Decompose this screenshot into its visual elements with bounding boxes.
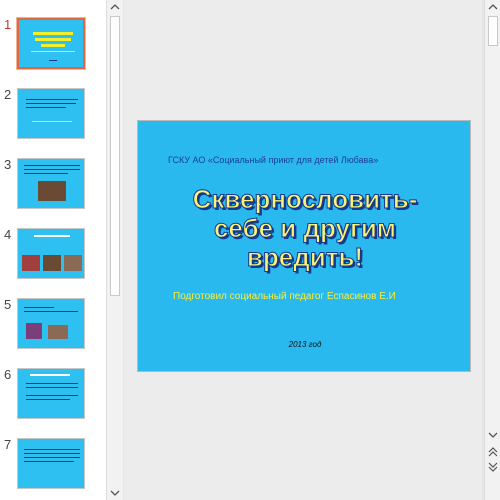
slide-number: 5 bbox=[4, 297, 12, 312]
thumb-text-line bbox=[24, 449, 80, 450]
thumb-photo bbox=[43, 255, 61, 271]
thumb-text-line bbox=[26, 103, 76, 104]
slide-author-text[interactable]: Подготовил социальный педагог Еспасинов … bbox=[173, 291, 396, 302]
thumbnail-scrollbar-thumb[interactable] bbox=[110, 16, 120, 296]
thumb-text-line bbox=[26, 107, 66, 108]
slide-number: 6 bbox=[4, 367, 12, 382]
scroll-up-arrow-icon[interactable] bbox=[488, 2, 498, 12]
thumb-title-line bbox=[35, 38, 71, 41]
slide-thumbnail-2[interactable] bbox=[17, 88, 85, 139]
thumb-text-line bbox=[49, 60, 57, 61]
slide-year-text[interactable]: 2013 год bbox=[138, 340, 472, 349]
slide-editor-area: ГСКУ АО «Социальный приют для детей Люба… bbox=[124, 0, 482, 500]
thumb-text-line bbox=[24, 173, 68, 174]
thumb-text-line bbox=[26, 399, 70, 400]
thumb-photo bbox=[48, 325, 68, 339]
slide-number: 2 bbox=[4, 87, 12, 102]
slide-title[interactable]: Сквернословить- себе и другим вредить! bbox=[138, 184, 472, 272]
thumb-heading-line bbox=[30, 374, 70, 376]
slide-thumbnail-7[interactable] bbox=[17, 438, 85, 489]
thumb-title-line bbox=[33, 32, 73, 35]
previous-slide-icon[interactable] bbox=[488, 446, 498, 458]
thumb-photo bbox=[64, 255, 82, 271]
slide-title-line: себе и другим bbox=[213, 213, 397, 243]
slide-thumbnail-3[interactable] bbox=[17, 158, 85, 209]
thumb-photo bbox=[22, 255, 40, 271]
thumb-text-line bbox=[24, 453, 80, 454]
thumb-text-line bbox=[24, 457, 80, 458]
slide-number: 7 bbox=[4, 437, 12, 452]
slide-number: 1 bbox=[4, 17, 12, 32]
slide-thumbnail-1[interactable] bbox=[16, 17, 86, 70]
slide-organization-text[interactable]: ГСКУ АО «Социальный приют для детей Люба… bbox=[168, 155, 378, 165]
thumb-photo bbox=[26, 323, 42, 339]
scroll-down-arrow-icon[interactable] bbox=[488, 430, 498, 440]
thumb-text-line bbox=[26, 383, 78, 384]
current-slide[interactable]: ГСКУ АО «Социальный приют для детей Люба… bbox=[137, 120, 471, 372]
slide-thumbnail-4[interactable] bbox=[17, 228, 85, 279]
thumb-text-line bbox=[26, 387, 78, 388]
thumb-title-line bbox=[41, 44, 65, 47]
thumb-text-line bbox=[24, 461, 74, 462]
thumb-text-line bbox=[24, 169, 80, 170]
thumb-text-line bbox=[24, 307, 54, 308]
thumb-text-line bbox=[32, 121, 72, 122]
slide-title-line: Сквернословить- bbox=[192, 184, 418, 214]
next-slide-icon[interactable] bbox=[488, 461, 498, 473]
slide-scrollbar-thumb[interactable] bbox=[488, 16, 498, 46]
thumbnail-scrollbar[interactable] bbox=[106, 0, 123, 500]
slide-thumbnail-5[interactable] bbox=[17, 298, 85, 349]
thumb-text-line bbox=[24, 311, 78, 312]
slide-number: 3 bbox=[4, 157, 12, 172]
slide-number: 4 bbox=[4, 227, 12, 242]
slide-thumbnail-pane: 1 2 3 4 5 6 7 bbox=[0, 0, 106, 500]
slide-title-line: вредить! bbox=[246, 242, 364, 272]
scroll-down-arrow-icon[interactable] bbox=[110, 488, 120, 498]
slide-scrollbar[interactable] bbox=[484, 0, 500, 500]
thumb-text-line bbox=[26, 99, 78, 100]
thumb-text-line bbox=[26, 395, 78, 396]
thumb-text-line bbox=[31, 51, 75, 52]
slide-thumbnail-6[interactable] bbox=[17, 368, 85, 419]
thumb-text-line bbox=[24, 165, 80, 166]
thumb-photo bbox=[38, 181, 66, 201]
scroll-up-arrow-icon[interactable] bbox=[110, 2, 120, 12]
thumb-heading-line bbox=[34, 235, 70, 237]
